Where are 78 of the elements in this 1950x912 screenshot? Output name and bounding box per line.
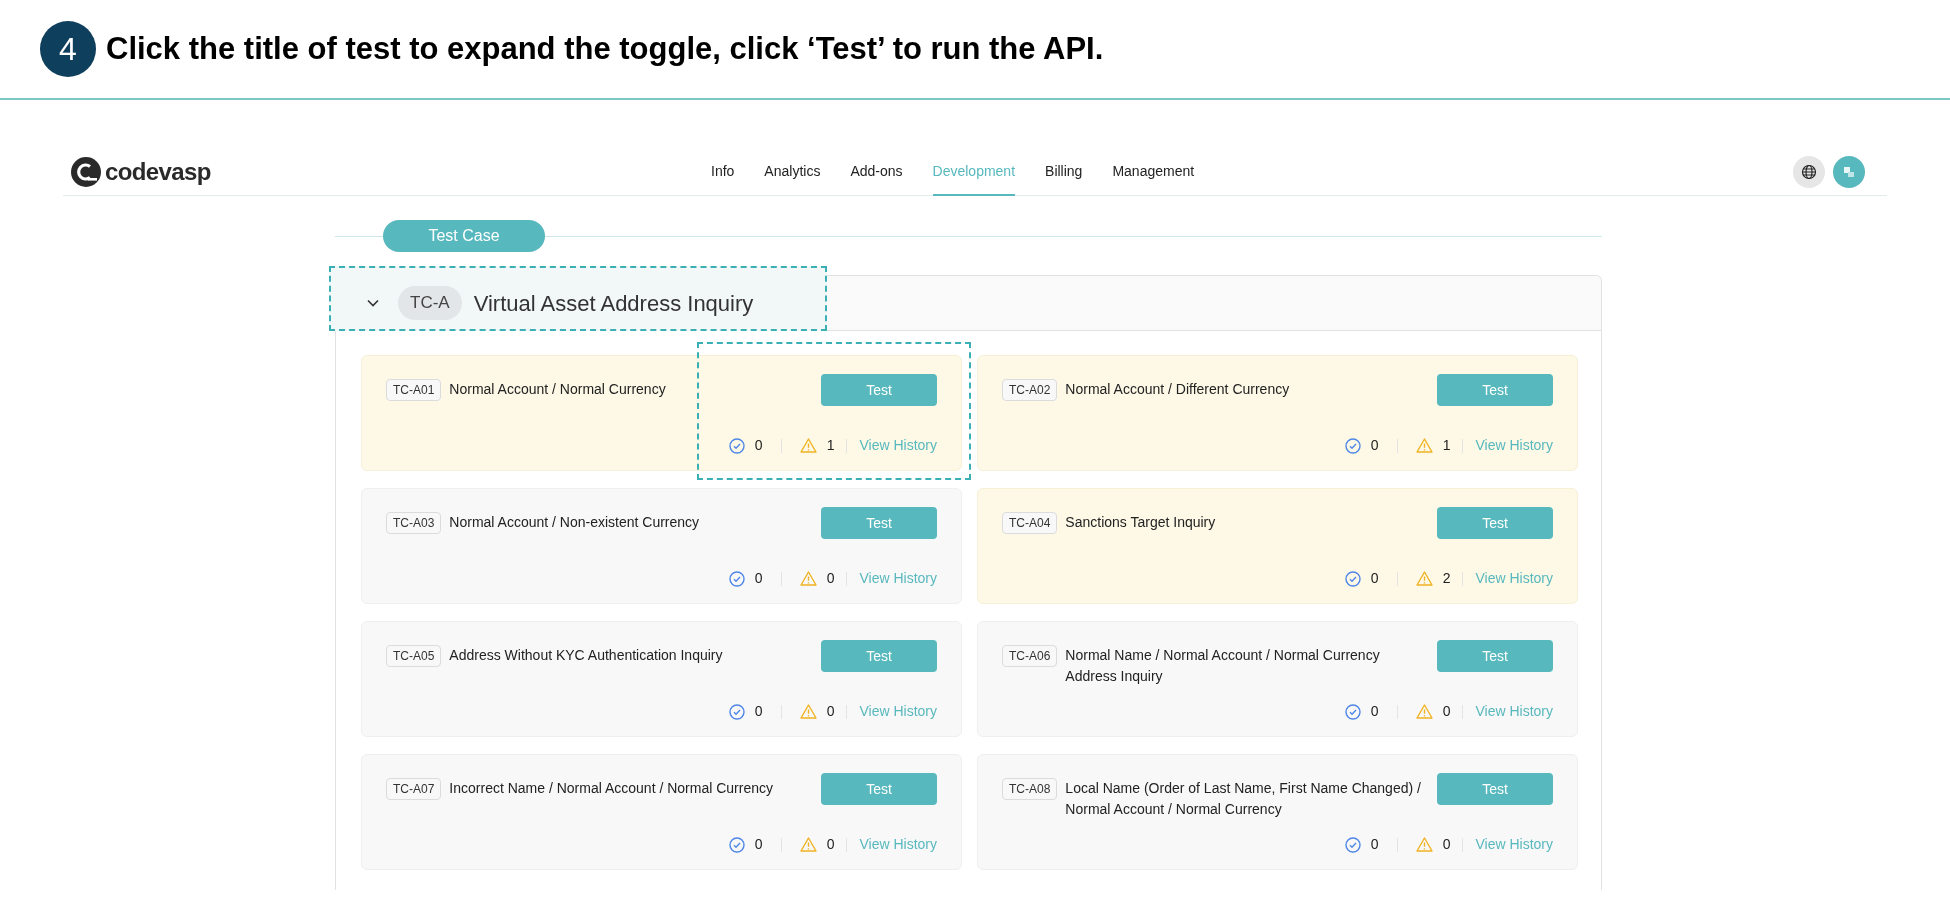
nav-tab[interactable]: Info bbox=[711, 148, 735, 196]
nav-tab[interactable]: Billing bbox=[1045, 148, 1083, 196]
check-circle-icon bbox=[728, 570, 745, 587]
warning-count: 0 bbox=[1442, 702, 1451, 721]
check-circle-icon bbox=[728, 703, 745, 720]
case-title: Address Without KYC Authentication Inquiry bbox=[449, 646, 723, 665]
view-history-link[interactable]: View History bbox=[1475, 568, 1553, 589]
check-circle-icon bbox=[1344, 570, 1361, 587]
test-button[interactable]: Test bbox=[1437, 773, 1553, 805]
passed-count: 0 bbox=[1370, 569, 1379, 588]
nav-tab[interactable]: Analytics bbox=[764, 148, 821, 196]
case-code-tag: TC-A02 bbox=[1002, 379, 1058, 401]
logo-icon bbox=[71, 156, 101, 187]
warning-icon bbox=[1415, 837, 1433, 852]
warning-icon bbox=[1415, 704, 1433, 719]
logo-text: codevasp bbox=[105, 156, 211, 187]
passed-count: 0 bbox=[1370, 436, 1379, 455]
warning-count: 1 bbox=[826, 436, 835, 455]
view-history-link[interactable]: View History bbox=[859, 701, 937, 722]
case-title: Normal Account / Normal Currency bbox=[449, 380, 666, 399]
check-circle-icon bbox=[728, 437, 745, 454]
check-circle-icon bbox=[1344, 703, 1361, 720]
step-number: 4 bbox=[40, 21, 96, 77]
warning-icon bbox=[799, 704, 817, 719]
step-instruction: Click the title of test to expand the toggle, click ‘Test’ to run the API. bbox=[106, 29, 1104, 68]
group-code-badge: TC-A bbox=[398, 286, 462, 320]
case-title: Local Name (Order of Last Name, First Name Changed) / Normal Account / Normal Currency bbox=[1065, 779, 1421, 819]
test-button[interactable]: Test bbox=[1437, 507, 1553, 539]
view-history-link[interactable]: View History bbox=[1475, 834, 1553, 855]
case-code-tag: TC-A01 bbox=[386, 379, 442, 401]
check-circle-icon bbox=[728, 836, 745, 853]
section-pill: Test Case bbox=[383, 220, 545, 252]
test-button[interactable]: Test bbox=[821, 374, 937, 406]
test-button[interactable]: Test bbox=[821, 640, 937, 672]
group-title: Virtual Asset Address Inquiry bbox=[473, 289, 754, 318]
passed-count: 0 bbox=[754, 835, 763, 854]
nav-tab[interactable]: Management bbox=[1112, 148, 1195, 196]
warning-count: 0 bbox=[826, 835, 835, 854]
globe-icon[interactable] bbox=[1793, 155, 1825, 188]
test-button[interactable]: Test bbox=[1437, 640, 1553, 672]
passed-count: 0 bbox=[1370, 702, 1379, 721]
warning-icon bbox=[799, 837, 817, 852]
check-circle-icon bbox=[1344, 836, 1361, 853]
passed-count: 0 bbox=[1370, 835, 1379, 854]
view-history-link[interactable]: View History bbox=[1475, 701, 1553, 722]
view-history-link[interactable]: View History bbox=[1475, 435, 1553, 456]
case-code-tag: TC-A04 bbox=[1002, 512, 1058, 534]
warning-icon bbox=[1415, 438, 1433, 453]
case-title: Normal Account / Non-existent Currency bbox=[449, 513, 700, 532]
warning-count: 2 bbox=[1442, 569, 1451, 588]
view-history-link[interactable]: View History bbox=[859, 568, 937, 589]
passed-count: 0 bbox=[754, 702, 763, 721]
view-history-link[interactable]: View History bbox=[859, 435, 937, 456]
warning-count: 0 bbox=[1442, 835, 1451, 854]
warning-count: 1 bbox=[1442, 436, 1451, 455]
nav-tab[interactable]: Add-ons bbox=[850, 148, 903, 196]
warning-count: 0 bbox=[826, 702, 835, 721]
warning-icon bbox=[799, 571, 817, 586]
test-button[interactable]: Test bbox=[821, 507, 937, 539]
warning-icon bbox=[799, 438, 817, 453]
case-code-tag: TC-A06 bbox=[1002, 645, 1058, 667]
case-code-tag: TC-A07 bbox=[386, 778, 442, 800]
test-button[interactable]: Test bbox=[821, 773, 937, 805]
case-code-tag: TC-A08 bbox=[1002, 778, 1058, 800]
case-code-tag: TC-A05 bbox=[386, 645, 442, 667]
warning-count: 0 bbox=[826, 569, 835, 588]
case-title: Sanctions Target Inquiry bbox=[1065, 513, 1216, 532]
view-history-link[interactable]: View History bbox=[859, 834, 937, 855]
passed-count: 0 bbox=[754, 436, 763, 455]
case-title: Normal Name / Normal Account / Normal Currency Address Inquiry bbox=[1065, 646, 1381, 686]
test-button[interactable]: Test bbox=[1437, 374, 1553, 406]
check-circle-icon bbox=[1344, 437, 1361, 454]
case-title: Normal Account / Different Currency bbox=[1065, 380, 1290, 399]
case-code-tag: TC-A03 bbox=[386, 512, 442, 534]
nav-tab[interactable]: Development bbox=[932, 148, 1016, 196]
case-title: Incorrect Name / Normal Account / Normal Currency bbox=[449, 779, 773, 798]
warning-icon bbox=[1415, 571, 1433, 586]
passed-count: 0 bbox=[754, 569, 763, 588]
